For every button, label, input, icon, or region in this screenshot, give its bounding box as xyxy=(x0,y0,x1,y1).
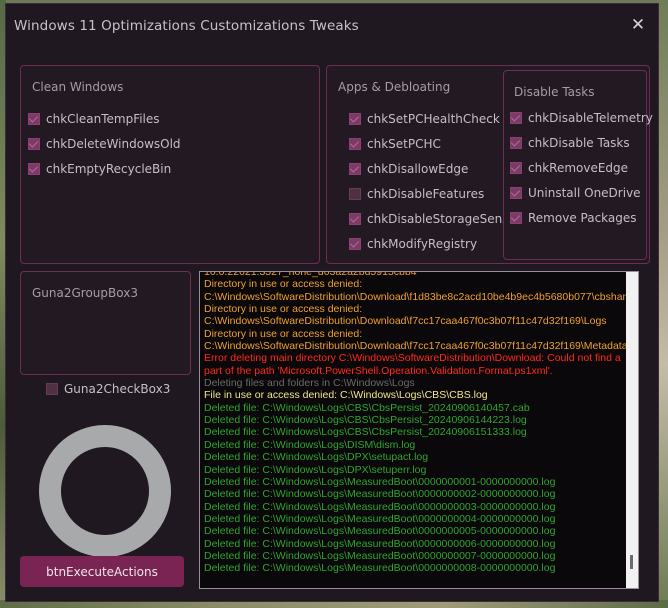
groupbox-apps-debloating-title: Apps & Debloating xyxy=(338,80,451,94)
checkbox-label: chkCleanTempFiles xyxy=(46,112,160,126)
log-line: Deleted file: C:\Windows\Logs\CBS\CbsPer… xyxy=(204,414,527,427)
checkbox-box[interactable] xyxy=(510,212,522,224)
log-line: Deleted file: C:\Windows\Logs\MeasuredBo… xyxy=(204,512,556,525)
checkmark-icon xyxy=(510,162,521,172)
log-line: Directory in use or access denied: C:\Wi… xyxy=(204,327,628,353)
log-line: Deleted file: C:\Windows\Logs\DISM\dism.… xyxy=(204,438,416,451)
checkbox-chkcleantempfiles[interactable]: chkCleanTempFiles xyxy=(28,111,160,127)
checkmark-icon xyxy=(349,213,360,223)
log-line: Deleted file: C:\Windows\Logs\MeasuredBo… xyxy=(204,488,556,501)
checkbox-box[interactable] xyxy=(349,213,361,225)
checkbox-remove-packages[interactable]: Remove Packages xyxy=(510,210,637,226)
log-line: Deleted file: C:\Windows\Logs\CBS\CbsPer… xyxy=(204,426,527,439)
checkbox-box[interactable] xyxy=(510,187,522,199)
checkmark-icon xyxy=(510,137,521,147)
checkbox-label: chkDisable Tasks xyxy=(528,136,630,150)
checkbox-label: chkSetPCHealthCheck xyxy=(367,112,500,126)
log-line: Deleted file: C:\Windows\Logs\MeasuredBo… xyxy=(204,537,556,550)
log-line: Deleted file: C:\Windows\Logs\MeasuredBo… xyxy=(204,500,556,513)
checkbox-chkdeletewindowsold[interactable]: chkDeleteWindowsOld xyxy=(28,136,181,152)
checkbox-chkremoveedge[interactable]: chkRemoveEdge xyxy=(510,160,628,176)
checkmark-icon xyxy=(28,113,39,123)
checkbox-label: chkEmptyRecycleBin xyxy=(46,162,172,176)
checkbox-uninstall-onedrive[interactable]: Uninstall OneDrive xyxy=(510,185,641,201)
checkbox-box[interactable] xyxy=(349,113,361,125)
log-lines: 10.0.22621.3527_none_d03a2a2bd5915cbb4 Di… xyxy=(204,271,639,575)
log-line: Deleted file: C:\Windows\Logs\MeasuredBo… xyxy=(204,475,556,488)
checkmark-icon xyxy=(510,112,521,122)
log-line: Deleted file: C:\Windows\Logs\DPX\setupa… xyxy=(204,451,429,464)
groupbox3: Guna2GroupBox3 xyxy=(20,271,191,375)
checkbox-chkdisablefeatures[interactable]: chkDisableFeatures xyxy=(349,186,484,202)
checkbox-box[interactable] xyxy=(510,112,522,124)
checkbox-label: chkSetPCHC xyxy=(367,137,441,151)
log-line: Directory in use or access denied: C:\Wi… xyxy=(204,303,607,328)
groupbox-apps-debloating: Apps & Debloating chkSetPCHealthCheck chk… xyxy=(326,65,653,264)
checkmark-icon xyxy=(510,212,521,222)
checkbox-chksetpchc[interactable]: chkSetPCHC xyxy=(349,136,441,152)
checkbox-chkemptyrecyclebin[interactable]: chkEmptyRecycleBin xyxy=(28,161,171,177)
checkbox-label: chkDeleteWindowsOld xyxy=(46,137,181,151)
log-line: Deleted file: C:\Windows\Logs\MeasuredBo… xyxy=(204,525,556,538)
checkmark-icon xyxy=(510,187,521,197)
checkbox-label: Uninstall OneDrive xyxy=(528,186,641,200)
checkmark-icon xyxy=(349,163,360,173)
checkmark-icon xyxy=(349,138,360,148)
checkbox-chkdisallowedge[interactable]: chkDisallowEdge xyxy=(349,161,468,177)
execute-actions-button[interactable]: btnExecuteActions xyxy=(20,556,184,587)
checkmark-icon xyxy=(349,238,360,248)
checkbox-box[interactable] xyxy=(349,163,361,175)
groupbox3-title: Guna2GroupBox3 xyxy=(32,286,138,300)
log-line: Deleted file: C:\Windows\Logs\CBS\CbsPer… xyxy=(204,401,530,414)
log-line: Deleted file: C:\Windows\Logs\MeasuredBo… xyxy=(204,562,556,575)
checkbox-label: chkRemoveEdge xyxy=(528,161,629,175)
checkmark-icon xyxy=(349,113,360,123)
checkmark-icon xyxy=(28,163,39,173)
checkbox-box[interactable] xyxy=(349,238,361,250)
log-output[interactable]: 10.0.22621.3527_none_d03a2a2bd5915cbb4 Di… xyxy=(199,271,639,589)
log-line: Error deleting main directory C:\Windows… xyxy=(204,352,624,377)
checkbox-label: chkDisableStorageSense xyxy=(367,212,516,226)
checkbox3[interactable]: Guna2CheckBox3 xyxy=(46,381,170,397)
checkbox-label: chkDisableFeatures xyxy=(367,187,485,201)
groupbox-disable-tasks-title: Disable Tasks xyxy=(514,85,595,99)
log-line: Directory in use or access denied: C:\Wi… xyxy=(204,278,639,303)
checkmark-icon xyxy=(28,138,39,148)
desktop-background-right xyxy=(658,0,668,608)
checkbox-label: chkModifyRegistry xyxy=(367,237,478,251)
log-line: 10.0.22621.3527_none_d03a2a2bd5915cbb4 xyxy=(204,271,417,278)
checkbox-label: chkDisableTelemetry xyxy=(528,111,653,125)
groupbox-clean-windows-title: Clean Windows xyxy=(32,80,124,94)
log-scrollbar-thumb[interactable] xyxy=(630,555,633,569)
progress-ring xyxy=(39,425,171,557)
checkbox3-box[interactable] xyxy=(46,383,58,395)
groupbox-disable-tasks: Disable Tasks chkDisableTelemetry chkDisa… xyxy=(503,70,653,260)
close-icon[interactable]: ✕ xyxy=(626,14,650,36)
groupbox-clean-windows: Clean Windows chkCleanTempFiles chkDelete… xyxy=(20,65,320,264)
window-title: Windows 11 Optimizations Customizations … xyxy=(14,18,359,34)
checkbox-box[interactable] xyxy=(28,138,40,150)
checkbox-chkmodifyregistry[interactable]: chkModifyRegistry xyxy=(349,236,477,252)
log-line: Deleting files and folders in C:\Windows… xyxy=(204,377,415,390)
app-window: Windows 11 Optimizations Customizations … xyxy=(5,3,659,602)
checkbox-chkdisablestoragesense[interactable]: chkDisableStorageSense xyxy=(349,211,516,227)
log-line: Deleted file: C:\Windows\Logs\MeasuredBo… xyxy=(204,549,556,562)
checkbox-chkdisable-tasks[interactable]: chkDisable Tasks xyxy=(510,135,630,151)
log-scrollbar[interactable] xyxy=(626,272,638,588)
log-line: File in use or access denied: C:\Windows… xyxy=(204,389,488,402)
checkbox-box[interactable] xyxy=(28,163,40,175)
checkbox-chkdisabletelemetry[interactable]: chkDisableTelemetry xyxy=(510,110,653,126)
checkbox-chksetpchealthcheck[interactable]: chkSetPCHealthCheck xyxy=(349,111,500,127)
checkbox-box[interactable] xyxy=(28,113,40,125)
checkbox-box[interactable] xyxy=(510,162,522,174)
checkbox-label: Remove Packages xyxy=(528,211,637,225)
log-line: Deleted file: C:\Windows\Logs\DPX\setupe… xyxy=(204,463,427,476)
checkbox-label: chkDisallowEdge xyxy=(367,162,469,176)
checkbox3-label: Guna2CheckBox3 xyxy=(64,382,171,396)
checkbox-box[interactable] xyxy=(349,138,361,150)
checkbox-box[interactable] xyxy=(510,137,522,149)
checkbox-box[interactable] xyxy=(349,188,361,200)
